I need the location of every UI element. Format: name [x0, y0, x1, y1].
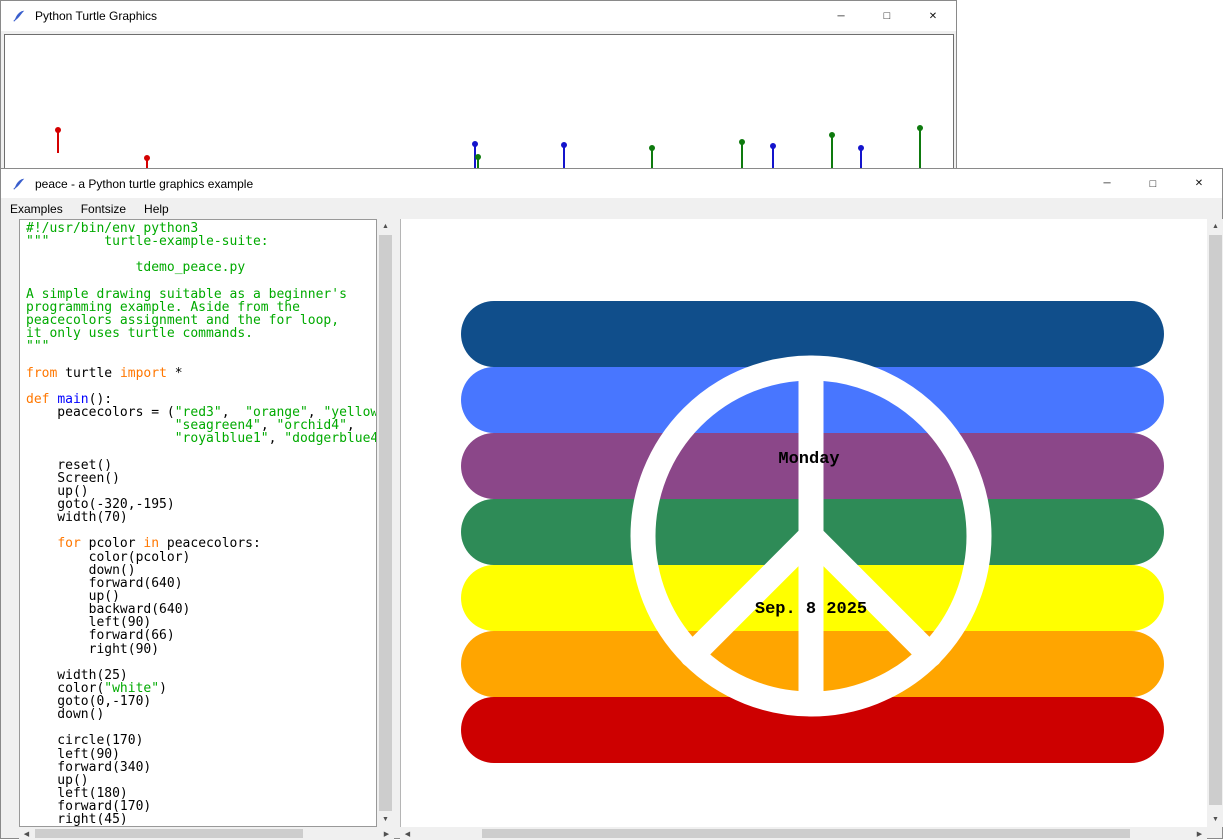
menu-bar: Examples Fontsize Help [1, 198, 1222, 219]
window-title: peace - a Python turtle graphics example [35, 177, 253, 191]
turtle-figure-stem [57, 132, 59, 153]
minimize-button[interactable]: ─ [818, 1, 864, 31]
scroll-up-button[interactable]: ▲ [1207, 219, 1223, 234]
code-line: width(70) [26, 511, 376, 524]
code-horizontal-scrollbar[interactable]: ◀ ▶ [19, 827, 394, 840]
close-button[interactable]: ✕ [1176, 169, 1222, 198]
canvas-text: Monday [778, 450, 839, 469]
window-title: Python Turtle Graphics [35, 9, 157, 23]
code-line: right(90) [26, 643, 376, 656]
scroll-left-button[interactable]: ◀ [19, 827, 34, 840]
title-bar[interactable]: peace - a Python turtle graphics example… [1, 169, 1222, 198]
code-pane[interactable]: #!/usr/bin/env python3""" turtle-example… [19, 219, 377, 827]
scroll-left-button[interactable]: ◀ [400, 827, 415, 840]
canvas-text: Sep. 8 2025 [755, 600, 867, 619]
menu-help[interactable]: Help [135, 198, 178, 219]
code-line: it only uses turtle commands. [26, 327, 376, 340]
scrollbar-thumb[interactable] [1209, 235, 1222, 805]
scrollbar-thumb[interactable] [379, 235, 392, 811]
scroll-down-button[interactable]: ▼ [377, 812, 394, 827]
scroll-down-button[interactable]: ▼ [1207, 812, 1223, 827]
turtle-figure-stem [831, 137, 833, 172]
canvas-horizontal-scrollbar[interactable]: ◀ ▶ [400, 827, 1207, 840]
title-bar[interactable]: Python Turtle Graphics ─ □ ✕ [1, 1, 956, 31]
scrollbar-thumb[interactable] [35, 829, 303, 838]
canvas-vertical-scrollbar[interactable]: ▲ ▼ [1207, 219, 1223, 827]
scrollbar-thumb[interactable] [482, 829, 1130, 838]
code-line: "royalblue1", "dodgerblue4") [26, 432, 376, 445]
code-line: down() [26, 708, 376, 721]
code-text[interactable]: #!/usr/bin/env python3""" turtle-example… [20, 220, 376, 827]
scroll-up-button[interactable]: ▲ [377, 219, 394, 234]
scroll-right-button[interactable]: ▶ [1192, 827, 1207, 840]
tk-feather-icon [12, 176, 28, 192]
close-button[interactable]: ✕ [910, 1, 956, 31]
window-content: #!/usr/bin/env python3""" turtle-example… [1, 219, 1222, 838]
scroll-right-button[interactable]: ▶ [379, 827, 394, 840]
minimize-button[interactable]: ─ [1084, 169, 1130, 198]
menu-fontsize[interactable]: Fontsize [72, 198, 135, 219]
peace-demo-window: peace - a Python turtle graphics example… [0, 168, 1223, 839]
tk-feather-icon [12, 8, 28, 24]
maximize-button[interactable]: □ [864, 1, 910, 31]
code-line: from turtle import * [26, 367, 376, 380]
code-line: """ turtle-example-suite: [26, 235, 376, 248]
turtle-figure-stem [919, 130, 921, 172]
drawing-canvas[interactable]: Monday Sep. 8 2025 [400, 219, 1207, 827]
maximize-button[interactable]: □ [1130, 169, 1176, 198]
code-vertical-scrollbar[interactable]: ▲ ▼ [377, 219, 394, 827]
menu-examples[interactable]: Examples [1, 198, 72, 219]
code-line: """ [26, 340, 376, 353]
code-line: tdemo_peace.py [26, 261, 376, 274]
